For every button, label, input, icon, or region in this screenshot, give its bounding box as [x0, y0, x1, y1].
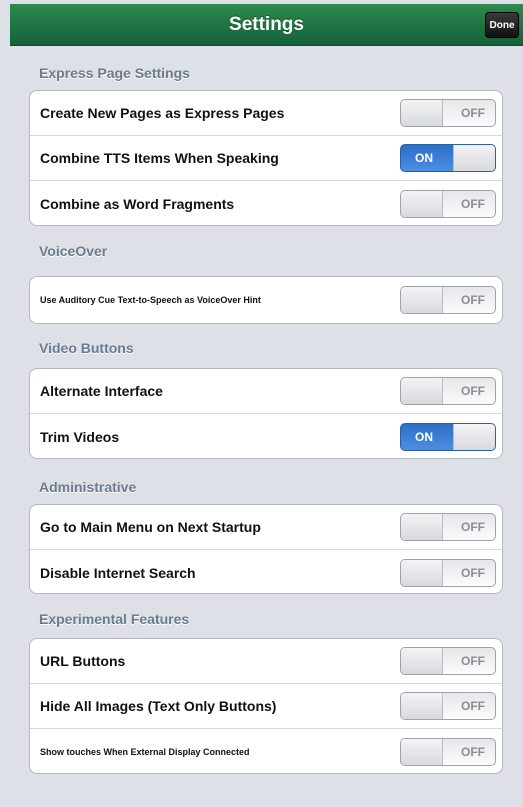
switch-knob [401, 378, 443, 404]
group-video-buttons: Alternate Interface OFF Trim Videos ON [29, 368, 503, 459]
row-label: Hide All Images (Text Only Buttons) [40, 698, 277, 714]
section-header-video-buttons: Video Buttons [39, 340, 134, 356]
switch-knob [401, 287, 443, 313]
switch-knob [401, 100, 443, 126]
toggle-switch[interactable]: OFF [400, 99, 496, 127]
switch-state-label: OFF [461, 699, 485, 713]
toggle-switch[interactable]: OFF [400, 286, 496, 314]
settings-list[interactable]: Express Page Settings Create New Pages a… [10, 46, 523, 807]
section-header-voiceover: VoiceOver [39, 243, 108, 259]
switch-knob [401, 693, 443, 719]
row-label: Use Auditory Cue Text-to-Speech as Voice… [40, 295, 261, 305]
switch-state-label: OFF [461, 106, 485, 120]
switch-knob [401, 559, 443, 586]
group-voiceover: Use Auditory Cue Text-to-Speech as Voice… [29, 276, 503, 324]
section-header-experimental-features: Experimental Features [39, 611, 190, 627]
row-label: Go to Main Menu on Next Startup [40, 519, 261, 535]
toggle-switch[interactable]: OFF [400, 513, 496, 541]
row-hide-all-images[interactable]: Hide All Images (Text Only Buttons) OFF [30, 684, 502, 729]
toggle-switch[interactable]: ON [400, 422, 496, 451]
switch-state-label: ON [415, 429, 433, 444]
switch-knob [401, 738, 443, 765]
switch-state-label: OFF [461, 744, 485, 759]
group-experimental-features: URL Buttons OFF Hide All Images (Text On… [29, 638, 503, 774]
toggle-switch[interactable]: OFF [400, 558, 496, 587]
row-label: Trim Videos [40, 428, 120, 445]
switch-state-label: OFF [461, 520, 485, 534]
toggle-switch[interactable]: OFF [400, 737, 496, 766]
row-show-touches-external-display[interactable]: Show touches When External Display Conne… [30, 729, 502, 773]
switch-knob [453, 423, 495, 450]
section-header-administrative: Administrative [39, 479, 137, 495]
page-title: Settings [229, 14, 304, 35]
row-label: Create New Pages as Express Pages [40, 105, 285, 121]
row-disable-internet-search[interactable]: Disable Internet Search OFF [30, 550, 502, 593]
switch-knob [401, 514, 443, 540]
switch-state-label: ON [415, 151, 433, 165]
switch-state-label: OFF [461, 654, 485, 668]
row-trim-videos[interactable]: Trim Videos ON [30, 414, 502, 458]
toggle-switch[interactable]: OFF [400, 189, 496, 218]
done-button[interactable]: Done [485, 12, 519, 38]
row-label: Disable Internet Search [40, 564, 196, 581]
row-label: Combine TTS Items When Speaking [40, 150, 279, 166]
row-alternate-interface[interactable]: Alternate Interface OFF [30, 369, 502, 414]
row-combine-as-word-fragments[interactable]: Combine as Word Fragments OFF [30, 181, 502, 225]
switch-knob [453, 145, 495, 171]
row-label: Show touches When External Display Conne… [40, 746, 250, 757]
row-combine-tts-items[interactable]: Combine TTS Items When Speaking ON [30, 136, 502, 181]
switch-state-label: OFF [461, 384, 485, 398]
toggle-switch[interactable]: OFF [400, 377, 496, 405]
group-express-page-settings: Create New Pages as Express Pages OFF Co… [29, 90, 503, 226]
row-label: URL Buttons [40, 653, 126, 669]
row-create-new-pages-as-express[interactable]: Create New Pages as Express Pages OFF [30, 91, 502, 136]
group-administrative: Go to Main Menu on Next Startup OFF Disa… [29, 504, 503, 594]
navigation-bar: Settings Done [10, 4, 523, 46]
switch-knob [401, 190, 443, 217]
row-label: Combine as Word Fragments [40, 195, 235, 212]
switch-knob [401, 648, 443, 674]
row-go-to-main-menu[interactable]: Go to Main Menu on Next Startup OFF [30, 505, 502, 550]
switch-state-label: OFF [461, 196, 485, 211]
toggle-switch[interactable]: ON [400, 144, 496, 172]
section-header-express-page-settings: Express Page Settings [39, 65, 190, 81]
toggle-switch[interactable]: OFF [400, 647, 496, 675]
row-auditory-cue-voiceover-hint[interactable]: Use Auditory Cue Text-to-Speech as Voice… [30, 277, 502, 323]
switch-state-label: OFF [461, 565, 485, 580]
toggle-switch[interactable]: OFF [400, 692, 496, 720]
row-label: Alternate Interface [40, 383, 163, 399]
switch-state-label: OFF [461, 293, 485, 307]
row-url-buttons[interactable]: URL Buttons OFF [30, 639, 502, 684]
